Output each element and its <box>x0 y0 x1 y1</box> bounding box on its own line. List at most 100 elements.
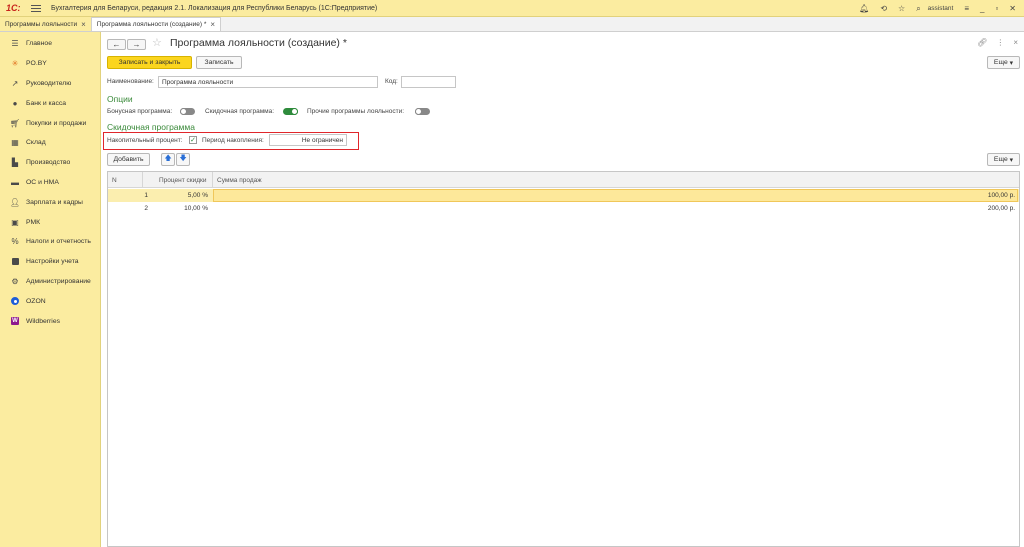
tab-loyalty-programs[interactable]: Программы лояльности × <box>0 17 92 31</box>
restore-icon[interactable]: ▫ <box>995 4 998 13</box>
user-name[interactable]: assistant <box>928 5 954 12</box>
close-icon[interactable]: ✕ <box>1009 4 1016 13</box>
options-section-title: Опции <box>107 94 133 104</box>
sidebar-item-label: Главное <box>26 40 52 48</box>
sidebar-item-manager[interactable]: ↗ Руководителю <box>0 74 100 94</box>
sidebar-item-label: Склад <box>26 139 46 147</box>
more-button[interactable]: Еще ▾ <box>987 56 1020 69</box>
tab-label: Программа лояльности (создание) * <box>96 21 207 28</box>
tab-label: Программы лояльности <box>5 20 78 28</box>
cashbox-icon: ▣ <box>11 217 19 227</box>
sidebar-item-label: Покупки и продажи <box>26 119 87 127</box>
sidebar-item-label: ОС и НМА <box>26 178 59 186</box>
name-field[interactable]: Программа лояльности <box>158 76 378 88</box>
app-logo: 1С: <box>6 3 21 13</box>
history-icon[interactable]: ⟲ <box>880 4 887 13</box>
sidebar-item-taxes[interactable]: % Налоги и отчетность <box>0 232 100 252</box>
code-label: Код: <box>385 78 398 85</box>
checkmark-icon: ✓ <box>190 137 196 144</box>
close-form-icon[interactable]: × <box>1013 38 1018 47</box>
sidebar-item-bank[interactable]: ● Банк и касса <box>0 93 100 113</box>
minimize-icon[interactable]: _ <box>980 4 984 13</box>
tab-loyalty-program-create[interactable]: Программа лояльности (создание) * × <box>91 17 222 31</box>
cell-sum[interactable]: 200,00 р. <box>213 202 1015 215</box>
table-row[interactable]: 2 10,00 % 200,00 р. <box>108 202 1019 215</box>
sidebar-item-wildberries[interactable]: W Wildberries <box>0 311 100 331</box>
wildberries-icon: W <box>11 317 19 326</box>
sidebar-item-ozon[interactable]: OZON <box>0 291 100 311</box>
sidebar-item-label: Налоги и отчетность <box>26 238 91 246</box>
sidebar-item-main[interactable]: ☰ Главное <box>0 34 100 54</box>
column-header-sum[interactable]: Сумма продаж <box>213 172 1021 188</box>
bell-icon[interactable]: 🔔︎ <box>859 4 869 13</box>
sidebar-item-poby[interactable]: ✳ PO.BY <box>0 54 100 74</box>
forward-button[interactable]: → <box>127 39 146 50</box>
code-field[interactable] <box>401 76 456 88</box>
more-vertical-icon[interactable]: ⋮ <box>996 38 1004 47</box>
sidebar-item-purchases[interactable]: 🛒︎ Покупки и продажи <box>0 113 100 133</box>
cart-icon: 🛒︎ <box>9 118 21 128</box>
link-icon[interactable]: 🔗︎ <box>977 38 987 47</box>
add-button[interactable]: Добавить <box>107 153 150 166</box>
sidebar-item-accounting-settings[interactable]: Настройки учета <box>0 252 100 272</box>
cell-n: 1 <box>144 192 148 199</box>
sidebar-item-label: Администрирование <box>26 277 91 285</box>
app-title: Бухгалтерия для Беларуси, редакция 2.1. … <box>51 4 378 12</box>
menu-icon: ☰ <box>11 39 19 49</box>
sidebar-item-label: Банк и касса <box>26 99 67 107</box>
cell-sum[interactable]: 100,00 р. <box>213 189 1015 202</box>
cell-percent[interactable]: 10,00 % <box>148 202 208 215</box>
sidebar-item-label: OZON <box>26 297 46 305</box>
save-button[interactable]: Записать <box>196 56 242 69</box>
sidebar-item-label: PO.BY <box>26 60 47 68</box>
sidebar-item-administration[interactable]: ⚙ Администрирование <box>0 272 100 292</box>
person-icon: 👤︎ <box>9 197 21 207</box>
form-area: ← → ☆ Программа лояльности (создание) * … <box>101 32 1024 547</box>
ozon-icon <box>9 297 21 306</box>
column-header-n[interactable]: N <box>108 172 143 188</box>
trend-icon: ↗ <box>11 78 19 88</box>
more-label: Еще <box>993 156 1008 163</box>
cumulative-percent-checkbox[interactable]: ✓ <box>189 136 197 144</box>
sidebar-item-label: Зарплата и кадры <box>26 198 83 206</box>
tab-close-icon[interactable]: × <box>210 20 215 29</box>
discount-program-toggle[interactable] <box>283 108 298 115</box>
sidebar-item-salary[interactable]: 👤︎ Зарплата и кадры <box>0 192 100 212</box>
save-and-close-button[interactable]: Записать и закрыть <box>107 56 192 69</box>
open-tabs-bar: Программы лояльности × Программа лояльно… <box>0 17 1024 32</box>
table-row[interactable]: 1 5,00 % 100,00 р. <box>108 189 1019 202</box>
asterisk-icon: ✳ <box>11 59 19 69</box>
column-header-percent[interactable]: Процент скидки <box>143 172 213 188</box>
move-up-button[interactable]: 🡅 <box>161 153 175 166</box>
sidebar-item-warehouse[interactable]: ▦ Склад <box>0 133 100 153</box>
favorite-star-icon[interactable]: ☆ <box>152 36 162 49</box>
arrow-up-icon: 🡅 <box>164 155 172 162</box>
move-down-button[interactable]: 🡇 <box>176 153 190 166</box>
main-menu-icon[interactable] <box>31 4 41 12</box>
other-programs-toggle[interactable] <box>415 108 430 115</box>
accumulation-period-label: Период накопления: <box>202 137 264 144</box>
percent-icon: % <box>11 237 19 247</box>
table-header: N Процент скидки Сумма продаж <box>108 172 1019 188</box>
sidebar-item-label: Производство <box>26 159 71 167</box>
search-icon[interactable]: ⌕ <box>916 4 920 14</box>
tab-close-icon[interactable]: × <box>81 20 86 29</box>
settings-doc-icon <box>9 257 21 266</box>
sidebar-item-production[interactable]: ▙ Производство <box>0 153 100 173</box>
discount-program-label: Скидочная программа: <box>205 108 275 115</box>
sidebar-item-label: Wildberries <box>26 317 60 325</box>
bonus-program-toggle[interactable] <box>180 108 195 115</box>
cell-percent[interactable]: 5,00 % <box>148 189 208 202</box>
sidebar-item-label: Настройки учета <box>26 258 79 266</box>
favorites-icon[interactable]: ☆ <box>898 4 905 13</box>
back-button[interactable]: ← <box>107 39 126 50</box>
settings-menu-icon[interactable]: ≡ <box>964 4 969 13</box>
accumulation-period-field[interactable]: Не ограничен <box>269 134 347 146</box>
other-programs-label: Прочие программы лояльности: <box>307 108 405 115</box>
sidebar-item-rmk[interactable]: ▣ РМК <box>0 212 100 232</box>
table-more-button[interactable]: Еще ▾ <box>987 153 1020 166</box>
discount-section-title: Скидочная программа <box>107 122 195 132</box>
gear-icon: ⚙ <box>11 276 19 286</box>
sidebar-item-assets[interactable]: ▬ ОС и НМА <box>0 173 100 193</box>
title-bar-tools: 🔔︎ ⟲ ☆ ⌕ assistant ≡ _ ▫ ✕ <box>859 0 1016 17</box>
